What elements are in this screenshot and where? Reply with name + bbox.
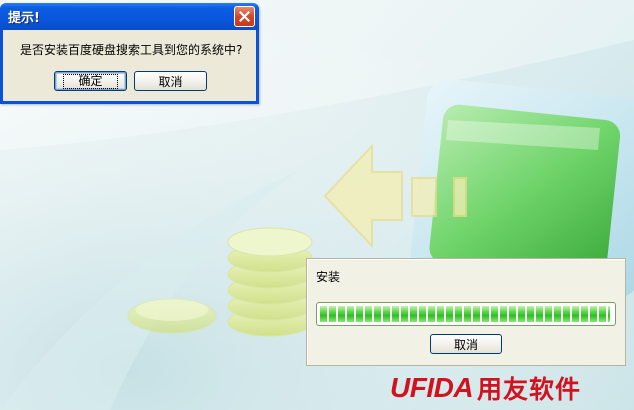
dialog-message: 是否安装百度硬盘搜索工具到您的系统中?: [20, 43, 243, 57]
ok-button-label: 确定: [63, 73, 118, 89]
dialog-title: 提示!: [8, 11, 40, 26]
cancel-button-label: 取消: [158, 74, 183, 89]
install-progress-bar: [316, 302, 616, 326]
prompt-dialog: 提示! 是否安装百度硬盘搜索工具到您的系统中? 确定 取消: [0, 3, 259, 104]
logo-latin-text: UFIDA: [390, 372, 474, 403]
install-status-label: 安装: [316, 270, 341, 284]
install-cancel-button[interactable]: 取消: [430, 334, 502, 354]
dialog-body: 是否安装百度硬盘搜索工具到您的系统中? 确定 取消: [3, 30, 256, 101]
install-cancel-label: 取消: [453, 337, 478, 352]
progress-fill: [320, 306, 610, 322]
close-button[interactable]: [234, 6, 255, 27]
close-icon: [239, 11, 250, 22]
ufida-logo: UFIDA 用友软件: [390, 371, 581, 405]
install-panel: 安装 取消: [306, 258, 626, 366]
logo-cjk-text: 用友软件: [477, 375, 582, 404]
cancel-button[interactable]: 取消: [134, 71, 207, 91]
ok-button[interactable]: 确定: [54, 71, 127, 91]
dialog-titlebar[interactable]: 提示!: [0, 3, 259, 30]
